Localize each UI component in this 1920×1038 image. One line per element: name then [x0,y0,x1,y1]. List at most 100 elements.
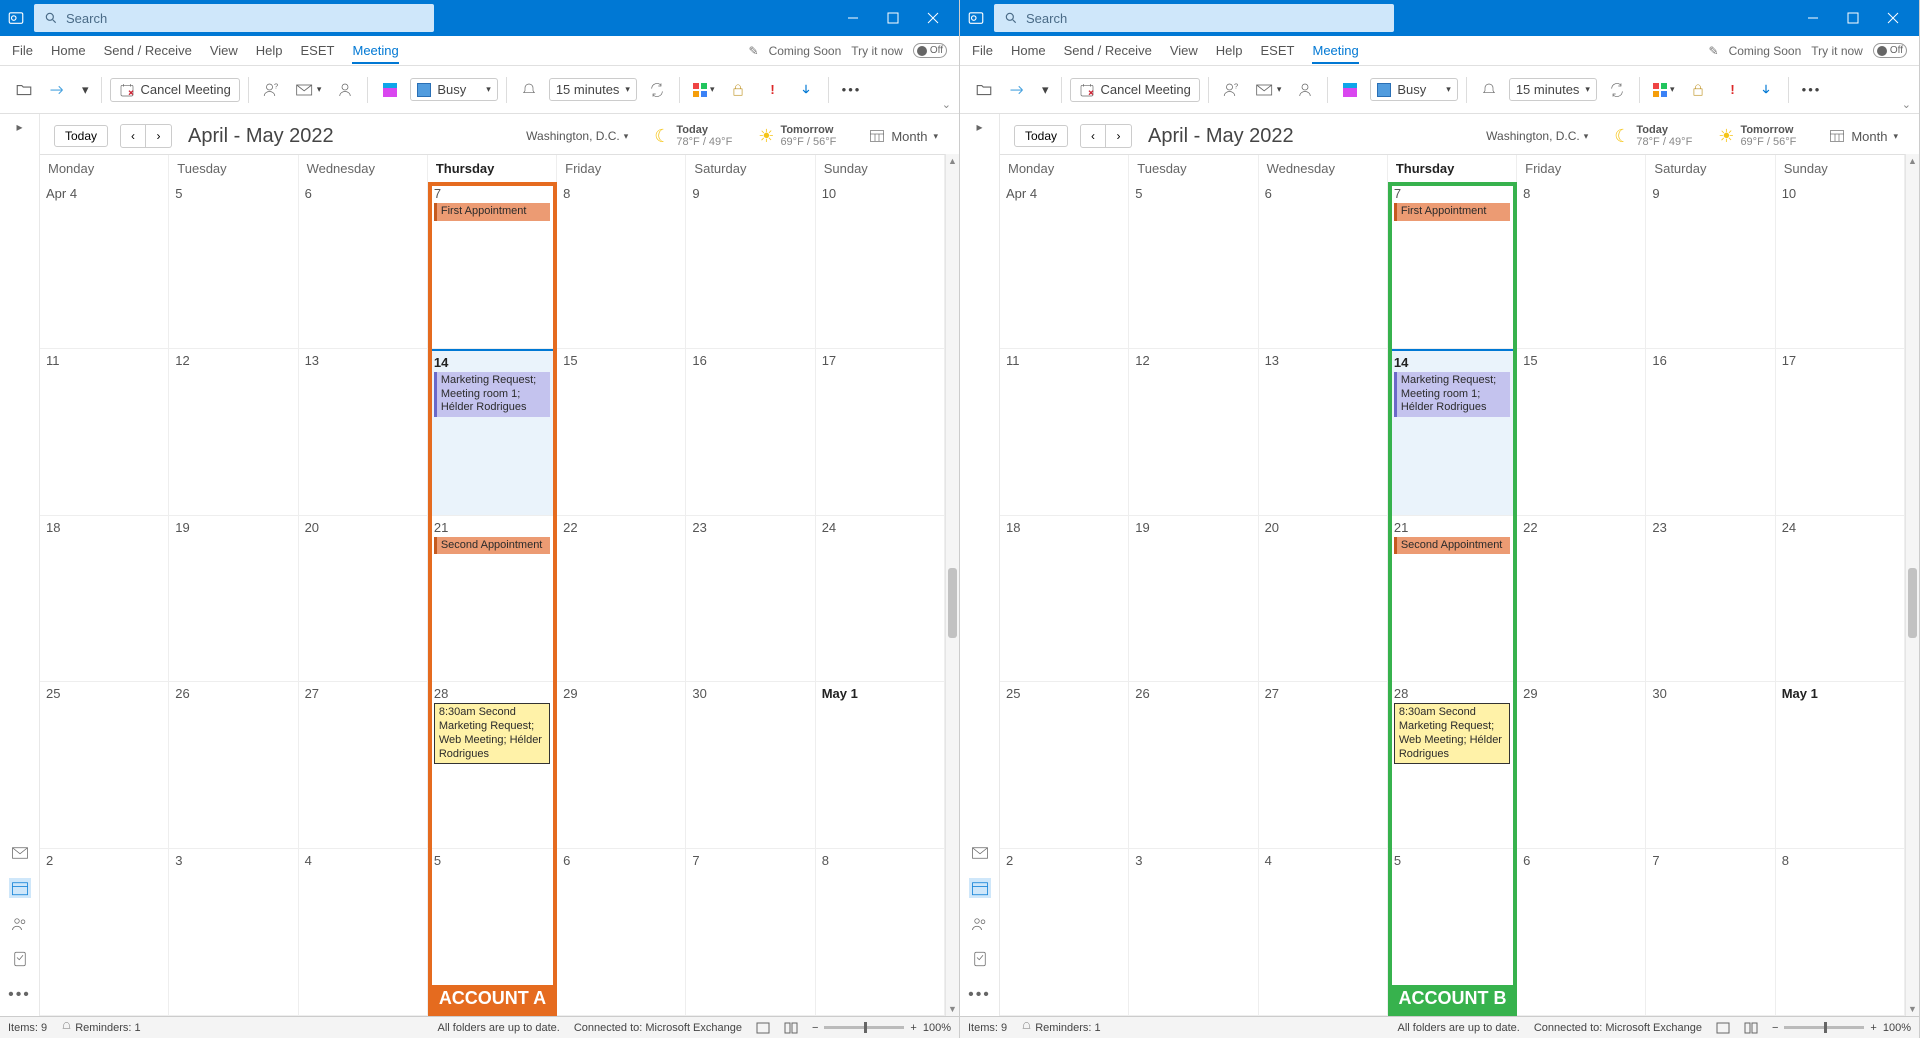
next-button[interactable]: › [146,124,172,148]
categorize-icon[interactable]: ▾ [688,76,719,104]
reminder-dropdown[interactable]: 15 minutes▾ [549,78,637,101]
low-importance-icon[interactable] [792,76,820,104]
more-icon[interactable]: ••• [837,76,865,104]
high-importance-icon[interactable]: ! [1718,76,1746,104]
calendar-event[interactable]: First Appointment [1394,203,1510,221]
scrollbar[interactable]: ▲ ▼ [1905,154,1919,1016]
close-button[interactable] [1873,0,1913,36]
coming-soon-toggle[interactable]: Off [1873,43,1907,58]
scroll-down-icon[interactable]: ▼ [946,1004,959,1014]
day-cell[interactable]: 7 [686,849,815,1016]
day-cell[interactable]: 15 [1517,349,1646,516]
open-icon[interactable] [10,76,38,104]
day-cell[interactable]: 15 [557,349,686,516]
people-icon[interactable] [11,916,29,932]
scroll-thumb[interactable] [1908,568,1917,638]
minimize-button[interactable] [1793,0,1833,36]
add-attendee-icon[interactable]: ? [257,76,285,104]
forward-dropdown[interactable]: ▾ [1038,76,1053,104]
status-reminders[interactable]: Reminders: 1 [61,1021,140,1034]
ribbon-expand-icon[interactable]: ⌄ [1902,98,1911,111]
day-cell[interactable]: 29 [1517,682,1646,849]
maximize-button[interactable] [873,0,913,36]
tasks-icon[interactable] [12,950,28,968]
today-button[interactable]: Today [54,125,108,147]
maximize-button[interactable] [1833,0,1873,36]
zoom-control[interactable]: − + 100% [1772,1022,1911,1034]
show-as-icon[interactable] [1336,76,1364,104]
day-cell[interactable]: 20 [1259,516,1388,683]
calendar-event[interactable]: Second Appointment [1394,537,1510,555]
day-cell[interactable]: 18 [1000,516,1129,683]
show-as-dropdown[interactable]: Busy ▾ [410,78,497,101]
day-cell[interactable]: 22 [1517,516,1646,683]
reminder-bell-icon[interactable] [1475,76,1503,104]
tasks-icon[interactable] [972,950,988,968]
day-cell[interactable]: 14Marketing Request; Meeting room 1; Hél… [1388,349,1517,516]
day-cell[interactable]: 14Marketing Request; Meeting room 1; Hél… [428,349,557,516]
day-cell[interactable]: 6 [557,849,686,1016]
forward-icon[interactable] [44,76,72,104]
menu-eset[interactable]: ESET [301,43,335,58]
prev-button[interactable]: ‹ [1080,124,1106,148]
day-cell[interactable]: 27 [299,682,428,849]
day-cell[interactable]: 5 [428,849,557,1016]
day-cell[interactable]: 9 [686,182,815,349]
next-button[interactable]: › [1106,124,1132,148]
forward-icon[interactable] [1004,76,1032,104]
minimize-button[interactable] [833,0,873,36]
day-cell[interactable]: 7 [1646,849,1775,1016]
day-cell[interactable]: 24 [816,516,945,683]
more-icon[interactable]: ••• [1797,76,1825,104]
scroll-thumb[interactable] [948,568,957,638]
day-cell[interactable]: 8 [1517,182,1646,349]
day-cell[interactable]: 13 [299,349,428,516]
prev-button[interactable]: ‹ [120,124,146,148]
more-nav-icon[interactable]: ••• [968,986,991,1004]
day-cell[interactable]: 5 [1388,849,1517,1016]
day-cell[interactable]: 6 [1517,849,1646,1016]
expand-rail-icon[interactable]: ▸ [976,120,982,134]
day-cell[interactable]: May 1 [816,682,945,849]
people-icon[interactable] [971,916,989,932]
day-cell[interactable]: 288:30am Second Marketing Request; Web M… [1388,682,1517,849]
recurrence-icon[interactable] [643,76,671,104]
day-cell[interactable]: Apr 4 [1000,182,1129,349]
menu-file[interactable]: File [972,43,993,58]
day-cell[interactable]: 25 [40,682,169,849]
calendar-event[interactable]: Second Appointment [434,537,550,555]
status-reminders[interactable]: Reminders: 1 [1021,1021,1100,1034]
day-cell[interactable]: 9 [1646,182,1775,349]
attendee-options-icon[interactable] [1291,76,1319,104]
forward-dropdown[interactable]: ▾ [78,76,93,104]
day-cell[interactable]: 2 [40,849,169,1016]
scroll-up-icon[interactable]: ▲ [946,156,959,166]
location-dropdown[interactable]: Washington, D.C.▾ [1486,129,1588,143]
day-cell[interactable]: 19 [1129,516,1258,683]
day-cell[interactable]: Apr 4 [40,182,169,349]
more-nav-icon[interactable]: ••• [8,986,31,1004]
day-cell[interactable]: 23 [686,516,815,683]
day-cell[interactable]: 10 [1776,182,1905,349]
location-dropdown[interactable]: Washington, D.C.▾ [526,129,628,143]
day-cell[interactable]: 7First Appointment [428,182,557,349]
day-cell[interactable]: 30 [686,682,815,849]
scroll-down-icon[interactable]: ▼ [1906,1004,1919,1014]
day-cell[interactable]: 3 [169,849,298,1016]
mail-icon[interactable] [971,846,989,860]
day-cell[interactable]: 12 [1129,349,1258,516]
day-cell[interactable]: 6 [1259,182,1388,349]
day-cell[interactable]: 288:30am Second Marketing Request; Web M… [428,682,557,849]
coming-soon-toggle[interactable]: Off [913,43,947,58]
menu-meeting[interactable]: Meeting [352,43,398,64]
search-input[interactable]: Search [994,4,1394,32]
scroll-up-icon[interactable]: ▲ [1906,156,1919,166]
zoom-out-icon[interactable]: − [1772,1022,1778,1034]
low-importance-icon[interactable] [1752,76,1780,104]
reminder-dropdown[interactable]: 15 minutes▾ [1509,78,1597,101]
today-button[interactable]: Today [1014,125,1068,147]
day-cell[interactable]: 19 [169,516,298,683]
view-dropdown[interactable]: Month▾ [862,125,945,148]
calendar-event[interactable]: First Appointment [434,203,550,221]
day-cell[interactable]: 23 [1646,516,1775,683]
